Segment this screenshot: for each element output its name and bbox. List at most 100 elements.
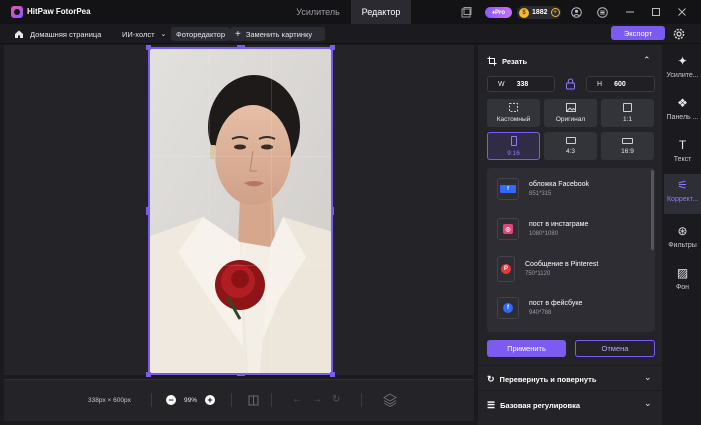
crop-handle-bottom[interactable]: [237, 373, 245, 376]
crop-handle-right[interactable]: [331, 207, 334, 215]
add-coins-icon[interactable]: +: [550, 8, 560, 17]
crop-frame[interactable]: [148, 47, 333, 375]
ratio-1-1-button[interactable]: 1:1: [601, 99, 654, 127]
sidebar-item-background[interactable]: ▨ Фон: [664, 262, 701, 302]
cancel-button[interactable]: Отмена: [575, 340, 655, 357]
panel-icon: ❖: [677, 96, 688, 110]
width-field[interactable]: W 338: [487, 76, 555, 92]
preset-list: f обложка Facebook 851*315 ◎ пост в инста…: [487, 168, 655, 332]
flip-rotate-section-header[interactable]: ↻ Перевернуть и повернуть: [487, 374, 596, 385]
zoom-in-button[interactable]: +: [205, 395, 215, 405]
filter-icon: ⊛: [677, 224, 688, 238]
app-name: HitPaw FotorPea: [27, 7, 91, 16]
compare-icon[interactable]: [248, 395, 259, 408]
export-button[interactable]: Экспорт: [611, 26, 665, 40]
crop-handle-tr[interactable]: [330, 45, 335, 50]
list-item[interactable]: P Сообщение в Pinterest 750*1120: [497, 254, 598, 284]
crop-handle-tl[interactable]: [146, 45, 151, 50]
account-icon[interactable]: [570, 6, 582, 18]
adjust-icon: ⚟: [677, 178, 688, 192]
preset-scrollbar[interactable]: [651, 170, 654, 250]
coin-icon: $: [519, 7, 529, 18]
height-value: 600: [614, 80, 626, 88]
photo-editor-button[interactable]: Фоторедактор: [171, 27, 231, 41]
top-toolbar: Домашняя страница ИИ-холст ⌄ Фоторедакто…: [0, 24, 701, 44]
facebook-icon: f: [497, 178, 519, 200]
ratio-label: Оригинал: [555, 116, 586, 123]
chevron-down-icon[interactable]: ⌄: [644, 372, 652, 383]
home-button[interactable]: Домашняя страница: [14, 27, 101, 41]
basic-adjust-section-header[interactable]: ☰ Базовая регулировка: [487, 400, 580, 411]
pro-badge[interactable]: ♦ Pro: [485, 7, 512, 18]
canvas-bottom-bar: [4, 379, 474, 421]
width-label: W: [498, 80, 505, 88]
tab-enhancer[interactable]: Усилитель: [285, 0, 351, 24]
layers-icon[interactable]: [383, 393, 397, 409]
app-logo: [11, 6, 23, 18]
sliders-icon: ☰: [487, 400, 496, 410]
divider: [478, 390, 662, 391]
home-label: Домашняя страница: [30, 29, 102, 39]
sidebar-item-label: Панель ...: [666, 114, 699, 121]
maximize-icon[interactable]: [650, 6, 662, 18]
tab-editor[interactable]: Редактор: [351, 0, 411, 24]
zoom-out-button[interactable]: −: [166, 395, 176, 405]
sidebar-item-panel[interactable]: ❖ Панель ...: [664, 92, 701, 132]
image-dimensions: 338px × 600px: [88, 397, 131, 404]
preset-size: 940*788: [529, 310, 552, 316]
crop-handle-bl[interactable]: [146, 372, 151, 377]
chevron-down-icon[interactable]: ⌄: [644, 398, 652, 409]
ratio-label: Кастомный: [496, 116, 531, 123]
list-item[interactable]: f обложка Facebook 851*315: [497, 174, 589, 204]
divider: [271, 393, 272, 407]
preset-glyph: P: [503, 266, 508, 272]
sidebar-item-filters[interactable]: ⊛ Фильтры: [664, 220, 701, 260]
list-item[interactable]: ◎ пост в инстаграме 1080*1080: [497, 214, 588, 244]
crop-handle-left[interactable]: [146, 207, 149, 215]
preset-title: пост в инстаграме: [529, 221, 589, 228]
chevron-down-icon: ⌄: [160, 31, 167, 38]
list-item[interactable]: f пост в фейсбуке 940*788: [497, 293, 582, 323]
preset-size: 750*1120: [525, 271, 551, 277]
apply-button[interactable]: Применить: [487, 340, 566, 357]
crop-handle-top[interactable]: [237, 45, 245, 48]
ratio-original-button[interactable]: Оригинал: [544, 99, 597, 127]
close-icon[interactable]: [676, 6, 688, 18]
preset-size: 851*315: [529, 191, 552, 197]
menu-icon[interactable]: [596, 6, 608, 18]
minimize-icon[interactable]: [624, 6, 636, 18]
width-value: 338: [516, 80, 529, 88]
basic-adjust-title: Базовая регулировка: [500, 401, 581, 410]
preset-glyph: ◎: [505, 226, 511, 233]
plus-icon: +: [235, 28, 241, 40]
lock-ratio-icon[interactable]: [565, 78, 576, 92]
reset-icon[interactable]: ↻: [332, 394, 340, 405]
settings-gear-icon[interactable]: [673, 28, 685, 40]
preset-size: 1080*1080: [529, 231, 559, 237]
sidebar-item-text[interactable]: T Текст: [664, 134, 701, 174]
undo-icon[interactable]: ←: [292, 394, 302, 405]
window-tile-icon[interactable]: [460, 6, 472, 18]
crop-handle-br[interactable]: [330, 372, 335, 377]
height-field[interactable]: H 600: [586, 76, 655, 92]
replace-image-button[interactable]: + Заменить картинку: [230, 27, 325, 41]
divider: [231, 393, 232, 407]
chevron-up-icon[interactable]: ⌃: [643, 55, 651, 66]
ai-canvas-dropdown[interactable]: ИИ-холст ⌄: [122, 27, 166, 41]
instagram-icon: ◎: [497, 218, 519, 240]
preset-glyph: f: [507, 305, 509, 311]
rotate-icon: ↻: [487, 374, 495, 384]
crop-title: Резать: [502, 56, 528, 66]
ratio-custom-button[interactable]: Кастомный: [487, 99, 540, 127]
ratio-16-9-button[interactable]: 16:9: [601, 132, 654, 160]
sidebar-item-adjust[interactable]: ⚟ Коррект...: [664, 174, 701, 214]
ratio-4-3-button[interactable]: 4:3: [544, 132, 597, 160]
coins-counter[interactable]: $ 1882 +: [517, 6, 561, 19]
ratio-9-16-button[interactable]: 9:16: [487, 132, 540, 160]
custom-crop-icon: [509, 103, 518, 112]
crop-section-header[interactable]: Резать: [487, 56, 527, 66]
replace-image-label: Заменить картинку: [245, 29, 313, 39]
divider: [478, 365, 662, 366]
sidebar-item-enhance[interactable]: ✦ Усилите...: [664, 50, 701, 90]
redo-icon[interactable]: →: [312, 394, 322, 405]
